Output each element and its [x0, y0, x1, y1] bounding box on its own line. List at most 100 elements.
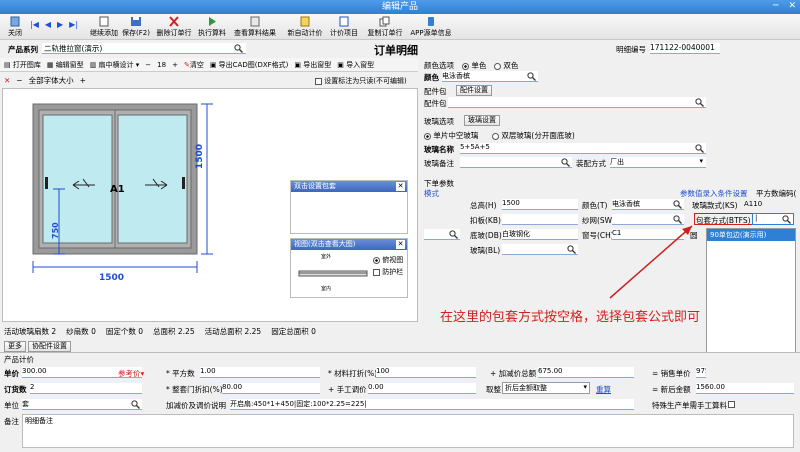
- order-qty-field[interactable]: 2: [30, 383, 142, 394]
- search-icon[interactable]: [561, 158, 570, 167]
- delete-item-button[interactable]: 删除订单行: [156, 16, 192, 38]
- remark-field[interactable]: 明细备注: [22, 414, 794, 448]
- param-kb-field[interactable]: [502, 214, 578, 225]
- series-field[interactable]: 二轨推拉窗(演示): [42, 43, 246, 54]
- part-settings-button[interactable]: 协配件设置: [28, 341, 71, 352]
- search-icon[interactable]: [131, 400, 140, 409]
- view-popup: 视图(双击查看大图) ✕ 室外 室内 俯视图 防护栏: [290, 238, 408, 298]
- open-lib-button[interactable]: ▤ 打开图库: [4, 60, 41, 70]
- ref-price-link[interactable]: 参考价▾: [118, 368, 144, 379]
- parts2-field[interactable]: [448, 97, 706, 108]
- param-bl-field[interactable]: [502, 244, 578, 255]
- next-record-icon[interactable]: ▶: [57, 20, 63, 29]
- guard-option[interactable]: 防护栏: [373, 267, 403, 277]
- export-shape-button[interactable]: ▣ 导出窗型: [294, 60, 331, 70]
- install-select[interactable]: 厂出 ▾: [610, 157, 706, 168]
- unit-field[interactable]: 套: [22, 399, 142, 410]
- material-discount-field[interactable]: 100: [376, 367, 476, 378]
- export-cad-button[interactable]: ▣ 导出CAD图(DXF格式): [210, 60, 289, 70]
- param-color-field[interactable]: 电泳香槟: [612, 199, 684, 210]
- search-icon[interactable]: [567, 245, 576, 254]
- readonly-check-box[interactable]: [315, 77, 322, 85]
- package-popup-close-icon[interactable]: ✕: [396, 182, 405, 191]
- glass-name-field[interactable]: 5+5A+5: [460, 143, 706, 154]
- color-single-option[interactable]: 单色: [462, 60, 486, 71]
- search-icon[interactable]: [449, 230, 458, 239]
- font-minus-icon[interactable]: −: [16, 76, 22, 85]
- view-calc-button[interactable]: 查看算料结果: [232, 16, 278, 38]
- recalc-link[interactable]: 重算: [596, 384, 611, 395]
- guard-checkbox[interactable]: [373, 268, 380, 276]
- top-view-radio[interactable]: [373, 256, 380, 264]
- x-icon[interactable]: ✕: [4, 76, 10, 85]
- mullion-count[interactable]: 18: [157, 61, 166, 69]
- cond-settings-link[interactable]: 参数值录入条件设置: [680, 188, 748, 199]
- copy-row-button[interactable]: 复制订单行: [366, 16, 404, 38]
- param-left-field[interactable]: [424, 229, 460, 240]
- sale-unit-field[interactable]: 975: [696, 367, 706, 378]
- manual-field[interactable]: 0.00: [368, 383, 476, 394]
- close-window-icon[interactable]: ✕: [788, 1, 796, 11]
- area-field[interactable]: 1.00: [200, 367, 320, 378]
- param-db-label: 底玻(DB): [470, 231, 502, 240]
- mullion-button[interactable]: ▥ 扇中横设计 ▾: [90, 60, 140, 70]
- after-total-field[interactable]: 1560.00: [696, 383, 794, 394]
- glass-double-option[interactable]: 双层玻璃(分开面底玻): [492, 130, 575, 141]
- price-item-button[interactable]: 计价项目: [328, 16, 360, 38]
- width-dimension[interactable]: 1500: [99, 273, 124, 283]
- search-icon[interactable]: [695, 144, 704, 153]
- close-button[interactable]: 关闭: [4, 16, 26, 38]
- first-record-icon[interactable]: |◀: [30, 20, 39, 29]
- glass-style-value[interactable]: A110: [744, 200, 762, 208]
- import-shape-button[interactable]: ▣ 导入窗型: [337, 60, 374, 70]
- parts-settings-button[interactable]: 配件设置: [456, 85, 492, 96]
- special-checkbox[interactable]: [728, 401, 735, 408]
- edit-shape-button[interactable]: ▦ 编辑窗型: [47, 60, 84, 70]
- last-record-icon[interactable]: ▶|: [69, 20, 78, 29]
- chevron-down-icon[interactable]: ▾: [583, 383, 587, 391]
- app-info-button[interactable]: APP源单信息: [408, 16, 454, 38]
- glass-note-field[interactable]: [460, 157, 572, 168]
- inner-height-dimension[interactable]: 750: [51, 222, 60, 239]
- glass-single-radio[interactable]: [424, 132, 431, 140]
- minimize-icon[interactable]: ─: [773, 1, 778, 11]
- search-icon[interactable]: [782, 215, 791, 224]
- param-height-field[interactable]: 1500: [502, 199, 578, 210]
- special-option[interactable]: [728, 400, 735, 409]
- font-plus-icon[interactable]: +: [80, 76, 86, 85]
- glass-settings-button[interactable]: 玻璃设置: [464, 115, 500, 126]
- more-button[interactable]: 更多: [4, 341, 26, 352]
- discount-field[interactable]: 80.00: [222, 383, 320, 394]
- glass-single-option[interactable]: 单片中空玻璃: [424, 130, 478, 141]
- readonly-checkbox[interactable]: 设置标注为只读(不可编辑): [315, 76, 407, 86]
- search-icon[interactable]: [527, 72, 536, 81]
- package-input[interactable]: |: [752, 213, 794, 225]
- top-view-option[interactable]: 俯视图: [373, 255, 403, 265]
- auto-price-button[interactable]: 新自动计价: [286, 16, 324, 38]
- prev-record-icon[interactable]: ◀: [45, 20, 51, 29]
- search-icon[interactable]: [695, 98, 704, 107]
- clear-button[interactable]: ✎清空: [184, 60, 204, 70]
- save-button[interactable]: 保存(F2): [120, 16, 152, 38]
- chevron-down-icon[interactable]: ▾: [699, 157, 703, 165]
- search-icon[interactable]: [234, 44, 243, 53]
- top-view-image[interactable]: [295, 253, 371, 295]
- stat-label: 活动总面积: [204, 327, 243, 336]
- add-price-total-field[interactable]: 675.00: [538, 367, 634, 378]
- run-calc-button[interactable]: 执行算料: [196, 16, 228, 38]
- minus-icon[interactable]: −: [145, 61, 151, 69]
- param-db-field[interactable]: 白玻钢化: [502, 229, 578, 240]
- color-single-radio[interactable]: [462, 62, 469, 70]
- color-double-radio[interactable]: [494, 62, 501, 70]
- price-note-field[interactable]: 开启扇:450*1+450|固定:100*2.25=225|: [230, 399, 634, 410]
- height-dimension[interactable]: 1500: [195, 144, 205, 169]
- glass-double-radio[interactable]: [492, 132, 499, 140]
- plus-icon[interactable]: +: [172, 61, 178, 69]
- continue-add-button[interactable]: 继续添加: [90, 16, 118, 38]
- color-field[interactable]: 电泳香槟: [442, 71, 538, 82]
- dropdown-item[interactable]: 90单包边(演示用): [707, 229, 795, 241]
- rounding-select[interactable]: 折后金额取整 ▾: [502, 382, 590, 394]
- view-popup-close-icon[interactable]: ✕: [396, 240, 405, 249]
- color-double-option[interactable]: 双色: [494, 60, 518, 71]
- search-icon[interactable]: [673, 200, 682, 209]
